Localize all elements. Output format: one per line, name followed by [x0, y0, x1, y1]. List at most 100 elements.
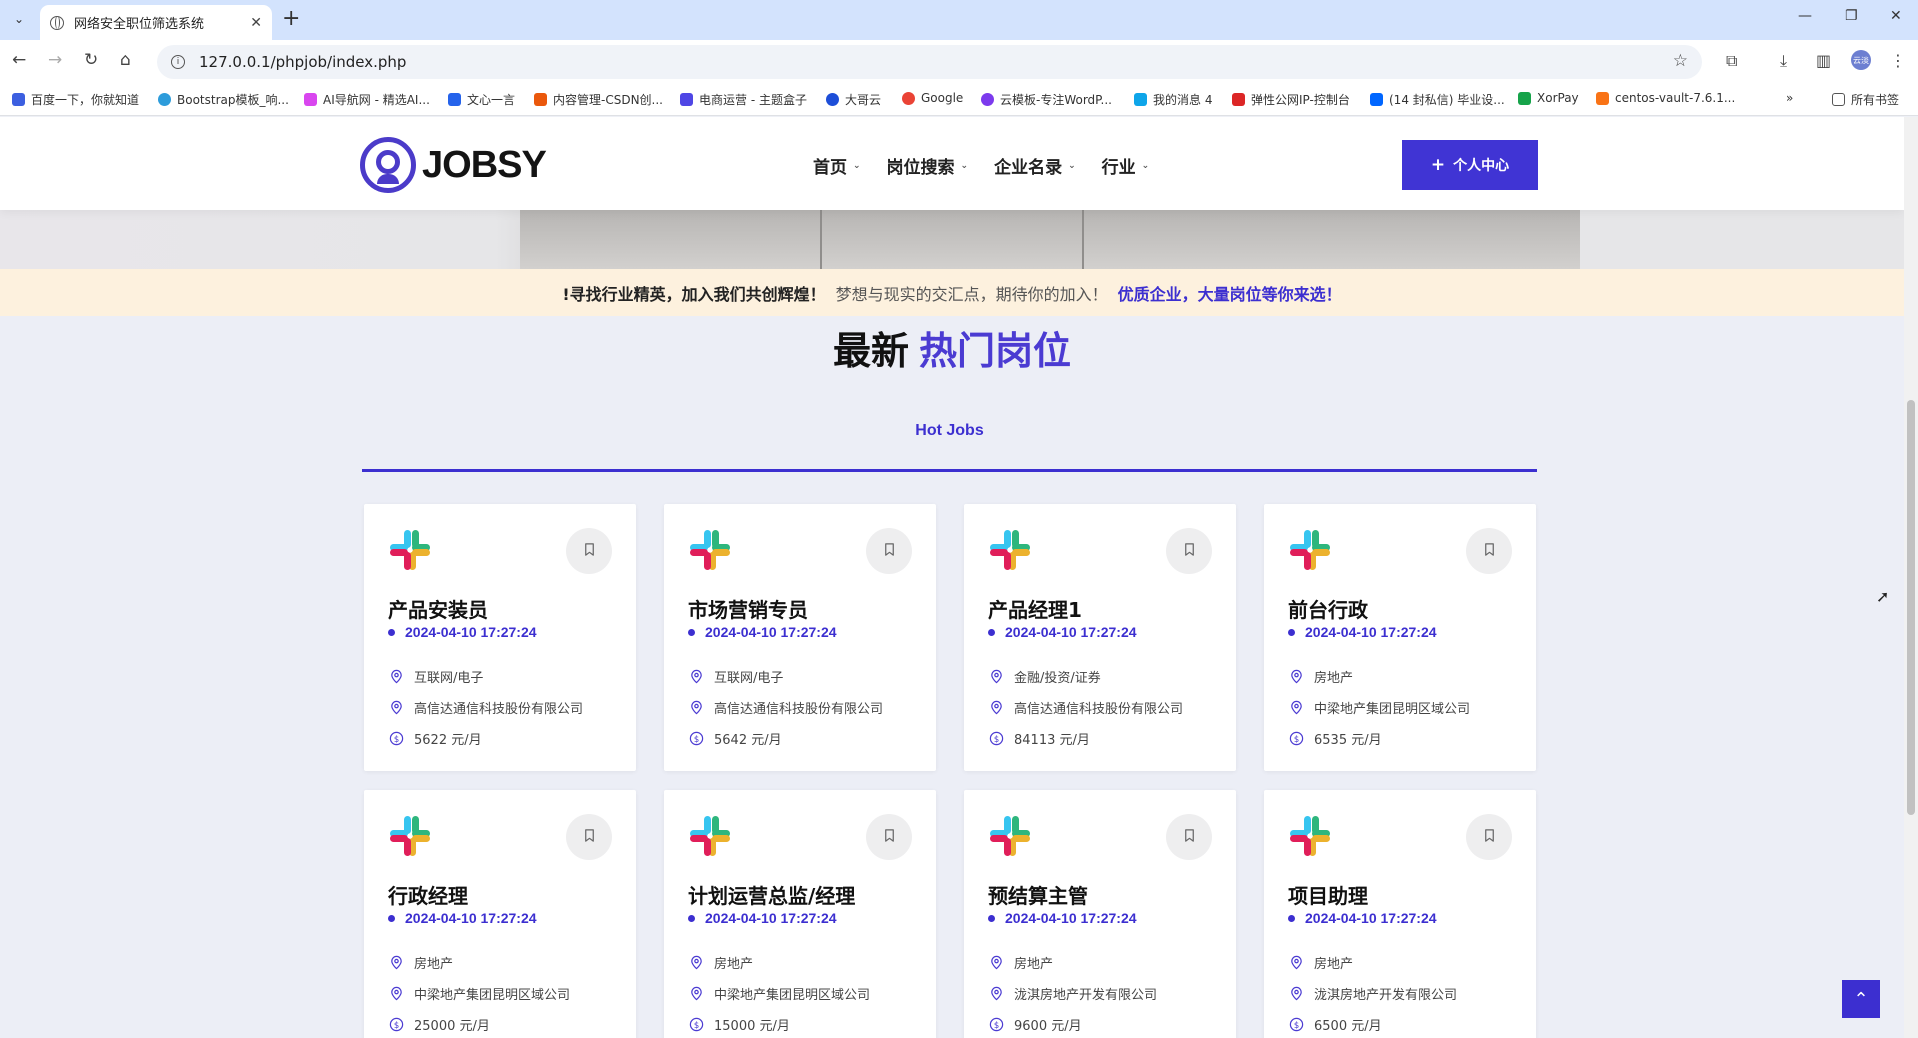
- job-salary: $5622 元/月: [388, 729, 482, 748]
- new-tab-icon[interactable]: +: [282, 6, 300, 31]
- job-date: 2024-04-10 17:27:24: [688, 624, 837, 640]
- bookmark-item[interactable]: 电商运营 - 主题盒子: [680, 91, 807, 108]
- bookmark-item[interactable]: centos-vault-7.6.1...: [1596, 91, 1735, 105]
- bookmark-item[interactable]: 大哥云: [826, 91, 881, 108]
- job-card[interactable]: 前台行政 2024-04-10 17:27:24 房地产 中梁地产集团昆明区域公司 $6…: [1264, 504, 1536, 771]
- minimize-icon[interactable]: —: [1798, 8, 1812, 24]
- bookmark-item[interactable]: Bootstrap模板_响...: [158, 91, 289, 108]
- address-bar[interactable]: i 127.0.0.1/phpjob/index.php ☆: [157, 45, 1702, 79]
- tab-title: 网络安全职位筛选系统: [74, 17, 205, 32]
- company-logo-icon: [1288, 528, 1332, 572]
- tab-hot-jobs[interactable]: Hot Jobs: [362, 422, 1537, 440]
- personal-center-button[interactable]: + 个人中心: [1402, 140, 1538, 190]
- location-pin-icon: [688, 955, 704, 971]
- restore-icon[interactable]: ❐: [1845, 8, 1858, 24]
- extensions-icon[interactable]: ⧉: [1726, 51, 1737, 71]
- site-info-icon[interactable]: i: [171, 55, 185, 69]
- svg-text:$: $: [393, 1020, 398, 1030]
- job-card[interactable]: 市场营销专员 2024-04-10 17:27:24 互联网/电子 高信达通信科技股份…: [664, 504, 936, 771]
- forward-icon[interactable]: →: [48, 50, 62, 70]
- location-pin-icon: [988, 669, 1004, 685]
- site-header: JOBSY 首页 ⌄ 岗位搜索 ⌄ 企业名录 ⌄ 行业 ⌄ + 个人中心: [0, 117, 1904, 210]
- nav-job-search[interactable]: 岗位搜索 ⌄: [887, 153, 969, 178]
- window-close-icon[interactable]: ✕: [1890, 8, 1902, 24]
- menu-icon[interactable]: ⋮: [1890, 51, 1906, 70]
- profile-avatar[interactable]: 云淡: [1851, 50, 1871, 70]
- xorpay-icon: [1518, 91, 1531, 105]
- bookmark-item[interactable]: XorPay: [1518, 91, 1579, 105]
- scroll-thumb[interactable]: [1907, 400, 1915, 815]
- back-to-top-button[interactable]: ⌃: [1842, 980, 1880, 1018]
- job-title[interactable]: 预结算主管: [988, 880, 1088, 909]
- company-logo-icon: [988, 814, 1032, 858]
- bookmark-item[interactable]: Google: [902, 91, 963, 105]
- bookmark-item[interactable]: 我的消息 4: [1134, 91, 1212, 108]
- download-icon[interactable]: ⤓: [1780, 51, 1787, 71]
- bookmark-item[interactable]: 百度一下，你就知道: [12, 91, 139, 108]
- bookmark-item[interactable]: (14 封私信) 毕业设...: [1370, 91, 1505, 108]
- job-date: 2024-04-10 17:27:24: [388, 910, 537, 926]
- job-card[interactable]: 产品安装员 2024-04-10 17:27:24 互联网/电子 高信达通信科技股份有…: [364, 504, 636, 771]
- nav-industry[interactable]: 行业 ⌄: [1102, 153, 1150, 178]
- job-industry: 金融/投资/证券: [988, 667, 1101, 686]
- job-card[interactable]: 行政经理 2024-04-10 17:27:24 房地产 中梁地产集团昆明区域公司 $2…: [364, 790, 636, 1038]
- page-scrollbar[interactable]: [1904, 117, 1918, 1038]
- location-pin-icon: [388, 986, 404, 1002]
- job-title[interactable]: 产品经理1: [988, 594, 1082, 623]
- job-title[interactable]: 计划运营总监/经理: [688, 880, 855, 909]
- job-company: 泷淇房地产开发有限公司: [1288, 984, 1457, 1003]
- job-card[interactable]: 项目助理 2024-04-10 17:27:24 房地产 泷淇房地产开发有限公司 $65…: [1264, 790, 1536, 1038]
- bookmark-star-icon[interactable]: ☆: [1673, 51, 1688, 71]
- job-title[interactable]: 产品安装员: [388, 594, 488, 623]
- company-logo-icon: [388, 814, 432, 858]
- nav-home[interactable]: 首页 ⌄: [813, 153, 861, 178]
- banner-link[interactable]: 优质企业，大量岗位等你来选！: [1118, 281, 1342, 305]
- bookmark-button[interactable]: [866, 528, 912, 574]
- location-pin-icon: [1288, 700, 1304, 716]
- all-bookmarks[interactable]: 所有书签: [1832, 91, 1899, 108]
- job-title[interactable]: 行政经理: [388, 880, 468, 909]
- back-icon[interactable]: ←: [12, 50, 26, 70]
- bookmark-button[interactable]: [1166, 528, 1212, 574]
- job-company: 中梁地产集团昆明区域公司: [388, 984, 570, 1003]
- site-logo[interactable]: JOBSY: [360, 137, 547, 193]
- mouse-cursor: ➚: [1876, 587, 1890, 606]
- job-card[interactable]: 产品经理1 2024-04-10 17:27:24 金融/投资/证券 高信达通信科技股…: [964, 504, 1236, 771]
- job-salary: $6535 元/月: [1288, 729, 1382, 748]
- bookmark-button[interactable]: [1166, 814, 1212, 860]
- job-title[interactable]: 前台行政: [1288, 594, 1368, 623]
- home-icon[interactable]: ⌂: [120, 50, 131, 70]
- location-pin-icon: [688, 700, 704, 716]
- more-bookmarks-icon[interactable]: »: [1786, 91, 1793, 105]
- job-title[interactable]: 项目助理: [1288, 880, 1368, 909]
- bookmark-item[interactable]: 云模板-专注WordP...: [981, 91, 1112, 108]
- bookmark-item[interactable]: AI导航网 - 精选AI...: [304, 91, 430, 108]
- job-company: 中梁地产集团昆明区域公司: [1288, 698, 1470, 717]
- bookmark-button[interactable]: [866, 814, 912, 860]
- wenxin-icon: [448, 93, 461, 106]
- job-card[interactable]: 预结算主管 2024-04-10 17:27:24 房地产 泷淇房地产开发有限公司 $9…: [964, 790, 1236, 1038]
- job-salary: $15000 元/月: [688, 1015, 790, 1034]
- bookmark-button[interactable]: [566, 528, 612, 574]
- wordpress-icon: [981, 93, 994, 106]
- browser-tab[interactable]: 网络安全职位筛选系统 ✕: [40, 5, 272, 40]
- bookmark-item[interactable]: 弹性公网IP-控制台: [1232, 91, 1350, 108]
- close-icon[interactable]: ✕: [250, 15, 262, 31]
- job-card[interactable]: 计划运营总监/经理 2024-04-10 17:27:24 房地产 中梁地产集团昆明区…: [664, 790, 936, 1038]
- bookmark-item[interactable]: 内容管理-CSDN创...: [534, 91, 663, 108]
- bookmark-button[interactable]: [1466, 528, 1512, 574]
- job-industry: 房地产: [988, 953, 1053, 972]
- reload-icon[interactable]: ↻: [84, 50, 98, 70]
- tab-search-icon[interactable]: ⌄: [8, 8, 30, 30]
- bookmark-button[interactable]: [1466, 814, 1512, 860]
- cloud-icon: [826, 93, 839, 106]
- bookmark-item[interactable]: 文心一言: [448, 91, 515, 108]
- bookmark-button[interactable]: [566, 814, 612, 860]
- money-icon: $: [988, 1017, 1004, 1033]
- side-panel-icon[interactable]: ▥: [1816, 51, 1831, 70]
- job-date: 2024-04-10 17:27:24: [688, 910, 837, 926]
- nav-companies[interactable]: 企业名录 ⌄: [994, 153, 1076, 178]
- svg-text:$: $: [393, 734, 398, 744]
- svg-text:$: $: [1293, 1020, 1298, 1030]
- job-title[interactable]: 市场营销专员: [688, 594, 808, 623]
